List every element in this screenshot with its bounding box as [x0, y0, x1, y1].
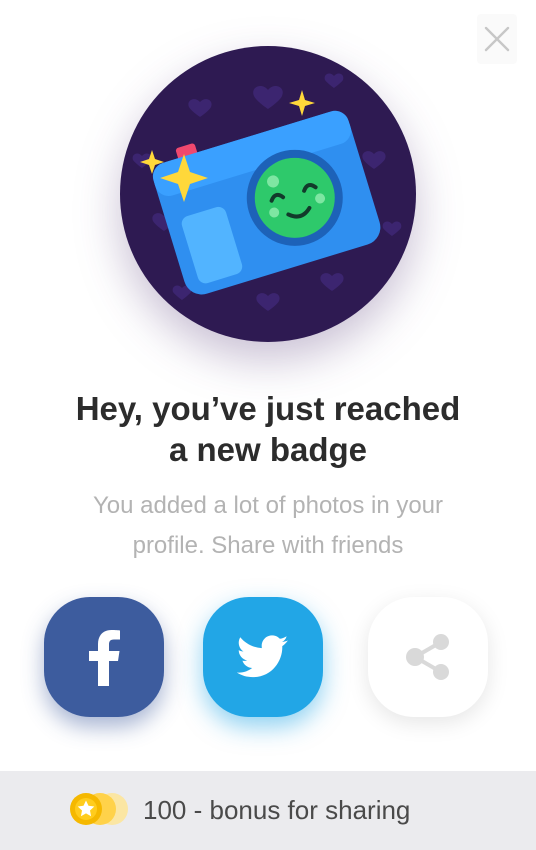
subtitle-line-2: profile. Share with friends: [132, 532, 404, 559]
twitter-icon: [237, 635, 289, 678]
twitter-share-button[interactable]: [203, 597, 323, 717]
facebook-share-button[interactable]: [44, 597, 164, 717]
share-button[interactable]: [368, 597, 488, 717]
close-icon: [484, 26, 510, 52]
camera-badge-icon: [120, 46, 416, 342]
subtitle: You added a lot of photos in your profil…: [40, 486, 496, 566]
headline: Hey, you’ve just reached a new badge: [20, 388, 516, 470]
bonus-footer: 100 - bonus for sharing: [0, 771, 536, 850]
close-button[interactable]: [477, 14, 517, 64]
facebook-icon: [89, 630, 120, 686]
headline-line-2: a new badge: [168, 431, 368, 468]
badge-dialog: Hey, you’ve just reached a new badge You…: [0, 0, 536, 850]
coin-star-icon: [70, 793, 128, 825]
subtitle-line-1: You added a lot of photos in your: [92, 492, 444, 519]
share-icon: [406, 634, 449, 680]
bonus-text: 100 - bonus for sharing: [143, 795, 411, 825]
headline-line-1: Hey, you’ve just reached: [75, 390, 461, 427]
